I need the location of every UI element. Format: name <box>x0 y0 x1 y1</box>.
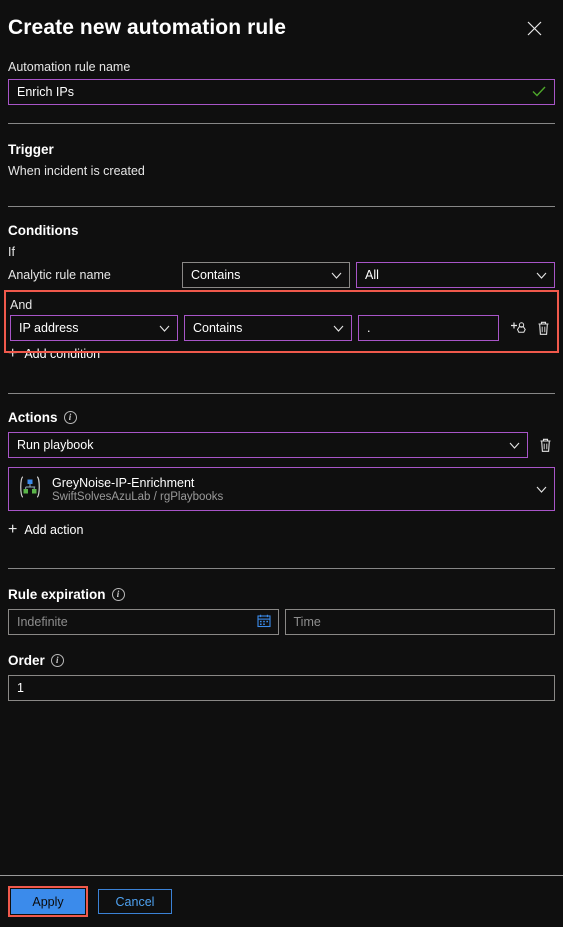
cancel-button[interactable]: Cancel <box>98 889 172 914</box>
actions-title-row: Actions i <box>8 410 555 425</box>
info-icon[interactable]: i <box>50 654 64 667</box>
rule-name-input[interactable]: Enrich IPs <box>8 79 555 105</box>
order-value: 1 <box>17 681 24 695</box>
condition-row-actions <box>509 318 553 338</box>
panel-header: Create new automation rule <box>0 0 563 56</box>
trigger-value: When incident is created <box>8 164 145 178</box>
chevron-down-icon <box>333 321 344 335</box>
divider <box>8 206 555 207</box>
chevron-down-icon <box>536 480 547 498</box>
plus-icon: + <box>8 521 18 538</box>
condition-operator-select[interactable]: Contains <box>184 315 352 341</box>
actions-title: Actions <box>8 410 58 425</box>
condition-operator-value: Contains <box>193 321 243 335</box>
add-action-button[interactable]: + Add action <box>8 521 84 538</box>
condition-property-label: Analytic rule name <box>8 268 111 282</box>
condition-value-select[interactable]: All <box>356 262 555 288</box>
trigger-section: Trigger When incident is created <box>8 124 555 206</box>
close-icon[interactable] <box>519 13 549 43</box>
highlighted-condition-group: And IP address Contains . <box>4 290 559 353</box>
expiration-inputs: Indefinite Time <box>8 609 555 635</box>
chevron-down-icon <box>536 268 547 282</box>
order-title-row: Order i <box>8 653 555 668</box>
condition-operator-value: Contains <box>191 268 241 282</box>
expiration-date-input[interactable]: Indefinite <box>8 609 279 635</box>
add-entity-icon[interactable] <box>509 318 528 338</box>
condition-value-text: All <box>365 268 379 282</box>
expiration-time-input[interactable]: Time <box>284 609 555 635</box>
check-icon <box>532 85 546 99</box>
expiration-title: Rule expiration <box>8 587 106 602</box>
condition-property-value: IP address <box>19 321 79 335</box>
page-title: Create new automation rule <box>8 16 286 39</box>
chevron-down-icon <box>509 438 520 452</box>
info-icon[interactable]: i <box>63 411 77 424</box>
trigger-title: Trigger <box>8 142 54 157</box>
conditions-and-label: And <box>10 298 33 312</box>
condition-value-input[interactable]: . <box>358 315 499 341</box>
add-action-label: Add action <box>24 523 84 537</box>
logic-app-icon <box>17 475 43 504</box>
apply-button[interactable]: Apply <box>11 889 85 914</box>
divider <box>8 123 555 124</box>
trash-icon[interactable] <box>534 318 553 338</box>
divider <box>8 393 555 394</box>
divider <box>8 568 555 569</box>
playbook-name: GreyNoise-IP-Enrichment <box>52 475 195 490</box>
order-input[interactable]: 1 <box>8 675 555 701</box>
conditions-if-label: If <box>8 245 15 259</box>
action-type-value: Run playbook <box>17 438 94 452</box>
playbook-select[interactable]: GreyNoise-IP-Enrichment SwiftSolvesAzuLa… <box>8 467 555 511</box>
rule-name-section: Automation rule name Enrich IPs <box>8 56 555 123</box>
delete-action-icon[interactable] <box>536 435 555 455</box>
condition-operator-select[interactable]: Contains <box>182 262 350 288</box>
create-automation-rule-panel: Create new automation rule Automation ru… <box>0 0 563 927</box>
playbook-scope: SwiftSolvesAzuLab / rgPlaybooks <box>52 490 224 503</box>
condition-row: Analytic rule name Contains All <box>8 262 555 288</box>
condition-property-select[interactable]: IP address <box>10 315 178 341</box>
condition-row: IP address Contains . <box>10 315 553 341</box>
condition-value-text: . <box>367 321 371 335</box>
expiration-title-row: Rule expiration i <box>8 587 555 602</box>
chevron-down-icon <box>331 268 342 282</box>
apply-button-highlight: Apply <box>8 886 88 917</box>
expiration-date-placeholder: Indefinite <box>17 615 68 629</box>
chevron-down-icon <box>159 321 170 335</box>
action-type-row: Run playbook <box>8 432 555 458</box>
conditions-title: Conditions <box>8 223 79 238</box>
panel-body: Automation rule name Enrich IPs Trigger … <box>0 56 563 875</box>
expiration-time-placeholder: Time <box>293 615 321 629</box>
conditions-section: Conditions If Analytic rule name Contain… <box>4 207 559 367</box>
calendar-icon[interactable] <box>256 614 271 631</box>
rule-name-label: Automation rule name <box>8 60 131 74</box>
rule-name-value: Enrich IPs <box>17 85 74 99</box>
actions-section: Actions i Run playbook GreyNoise-IP-Enri… <box>8 394 555 549</box>
info-icon[interactable]: i <box>111 588 125 601</box>
action-type-select[interactable]: Run playbook <box>8 432 528 458</box>
playbook-text: GreyNoise-IP-Enrichment SwiftSolvesAzuLa… <box>52 476 223 503</box>
expiration-section: Rule expiration i Indefinite Time Order … <box>8 569 555 717</box>
panel-footer: Apply Cancel <box>0 875 563 927</box>
order-title: Order <box>8 653 45 668</box>
